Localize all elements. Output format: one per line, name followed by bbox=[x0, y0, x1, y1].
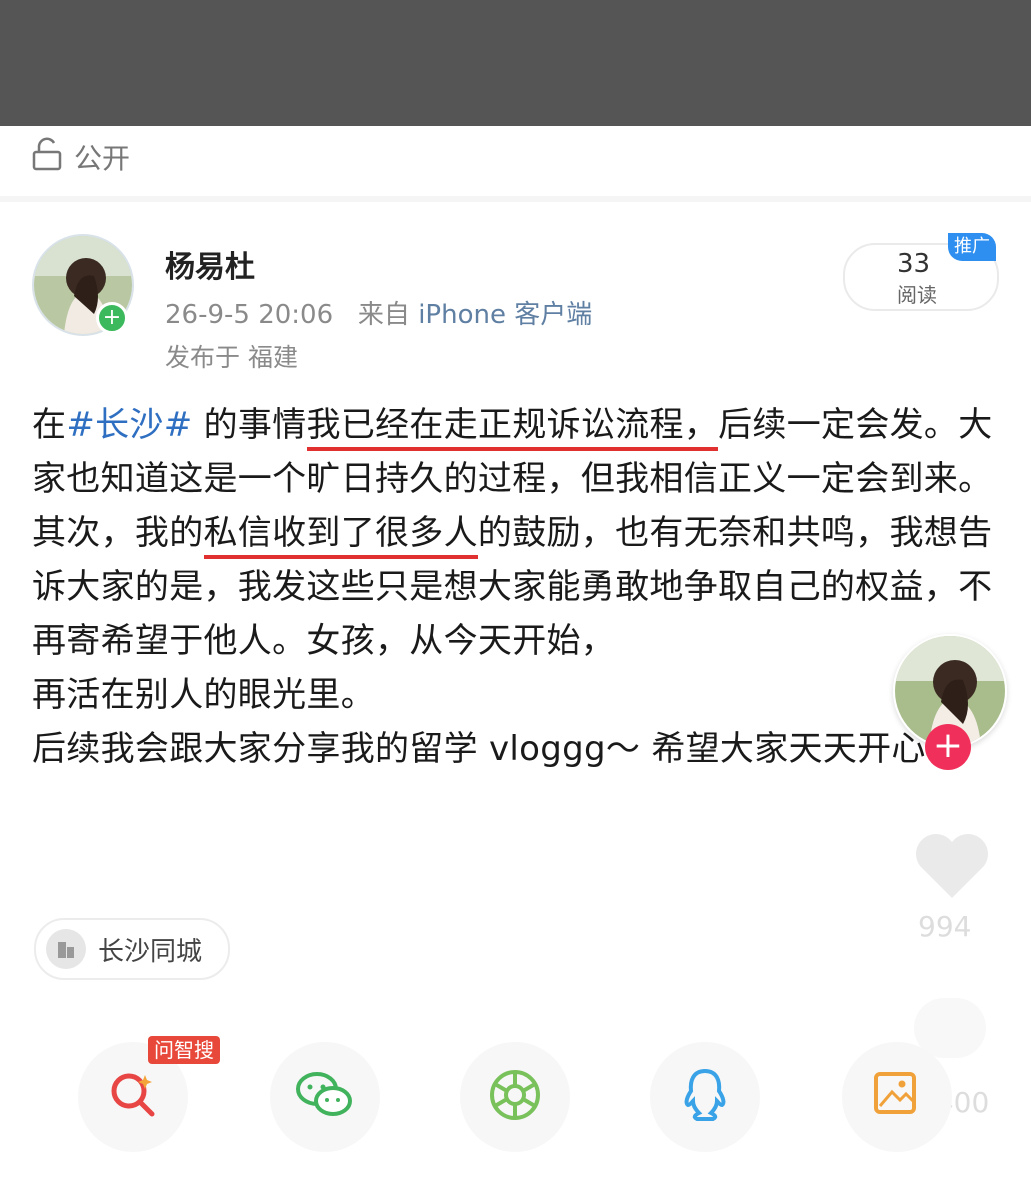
promo-badge[interactable]: 推广 bbox=[948, 233, 996, 261]
follow-button[interactable]: + bbox=[925, 724, 971, 770]
topic-chip[interactable]: 长沙同城 bbox=[34, 918, 231, 980]
post-date: 26-9-5 20:06 bbox=[165, 300, 334, 330]
wechat-icon bbox=[295, 1069, 355, 1125]
visibility-label: 公开 bbox=[74, 142, 131, 175]
client-label: iPhone 客户端 bbox=[418, 300, 593, 330]
content-text: 再活在别人的眼光里。 bbox=[32, 675, 375, 715]
location-label: 发布于 福建 bbox=[165, 343, 298, 372]
from-label: 来自 bbox=[357, 300, 410, 330]
qq-share-button[interactable] bbox=[650, 1042, 760, 1152]
hashtag-link[interactable]: #长沙# bbox=[66, 405, 192, 445]
unlock-icon bbox=[32, 137, 62, 178]
content-text: 其次，我的 bbox=[32, 513, 204, 553]
content-text: 在 bbox=[32, 405, 67, 445]
moments-icon bbox=[488, 1068, 542, 1126]
follow-plus-icon[interactable]: + bbox=[96, 302, 128, 334]
search-ai-icon bbox=[107, 1069, 159, 1125]
content-text: 的事情 bbox=[192, 405, 307, 445]
wechat-share-button[interactable] bbox=[270, 1042, 380, 1152]
heart-icon[interactable] bbox=[912, 830, 992, 904]
like-count: 994 bbox=[918, 910, 972, 943]
top-dark-bar bbox=[0, 0, 1031, 126]
ai-search-badge: 问智搜 bbox=[148, 1036, 220, 1064]
read-count: 33 bbox=[897, 249, 931, 279]
topic-label: 长沙同城 bbox=[98, 936, 203, 967]
underlined-text: 私信收到了很多人 bbox=[203, 513, 478, 559]
content-text: 后续我会跟大家分享我的留学 vloggg～ 希望大家天天开心呀 bbox=[32, 729, 961, 769]
visibility-indicator[interactable]: 公开 bbox=[32, 134, 130, 180]
underlined-text: 我已经在走正规诉讼流程， bbox=[306, 405, 719, 451]
save-image-button[interactable] bbox=[842, 1042, 952, 1152]
moments-share-button[interactable] bbox=[460, 1042, 570, 1152]
read-label: 阅读 bbox=[897, 283, 937, 307]
city-icon bbox=[46, 929, 86, 969]
post-content: 在#长沙# 的事情我已经在走正规诉讼流程，后续一定会发。大家也知道这是一个旷日持… bbox=[32, 398, 997, 776]
divider bbox=[0, 196, 1031, 202]
username[interactable]: 杨易杜 bbox=[165, 242, 255, 286]
save-image-icon bbox=[872, 1070, 922, 1124]
post-meta: 26-9-5 20:06 来自 iPhone 客户端 bbox=[165, 294, 592, 331]
qq-icon bbox=[681, 1067, 729, 1127]
